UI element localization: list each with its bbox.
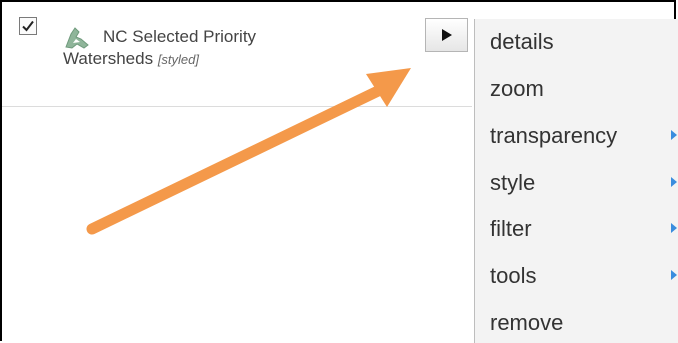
styled-tag: [styled]	[157, 52, 199, 67]
menu-item-label: filter	[490, 216, 532, 241]
polygon-layer-icon	[65, 27, 89, 49]
layer-menu-button[interactable]	[425, 18, 468, 52]
menu-item-label: tools	[490, 263, 537, 288]
menu-item-label: details	[490, 29, 554, 54]
layer-row[interactable]: NC Selected Priority Watersheds [styled]	[2, 2, 472, 107]
layer-name-continued: Watersheds [styled]	[63, 48, 199, 71]
menu-item-label: style	[490, 170, 536, 195]
menu-item-details[interactable]: details	[490, 22, 678, 62]
layer-panel: NC Selected Priority Watersheds [styled]…	[0, 0, 678, 343]
checkmark-icon	[22, 20, 34, 32]
menu-item-filter[interactable]: filter	[490, 209, 678, 249]
menu-item-label: zoom	[490, 76, 544, 101]
layer-name: NC Selected Priority	[103, 27, 257, 46]
layer-context-menu: details zoom transparency style filter t…	[474, 19, 678, 343]
submenu-caret-icon	[671, 270, 677, 280]
menu-item-remove[interactable]: remove	[490, 303, 678, 343]
menu-item-tools[interactable]: tools	[490, 256, 678, 296]
submenu-caret-icon	[671, 223, 677, 233]
submenu-caret-icon	[671, 130, 677, 140]
menu-item-label: transparency	[490, 123, 618, 148]
menu-item-style[interactable]: style	[490, 163, 678, 203]
layer-visibility-checkbox[interactable]	[19, 17, 37, 35]
menu-item-transparency[interactable]: transparency	[490, 116, 678, 156]
menu-item-label: remove	[490, 310, 564, 335]
layer-name-line2: Watersheds	[63, 49, 154, 68]
submenu-caret-icon	[671, 177, 677, 187]
menu-item-zoom[interactable]: zoom	[490, 69, 678, 109]
play-right-triangle-icon	[441, 29, 452, 41]
